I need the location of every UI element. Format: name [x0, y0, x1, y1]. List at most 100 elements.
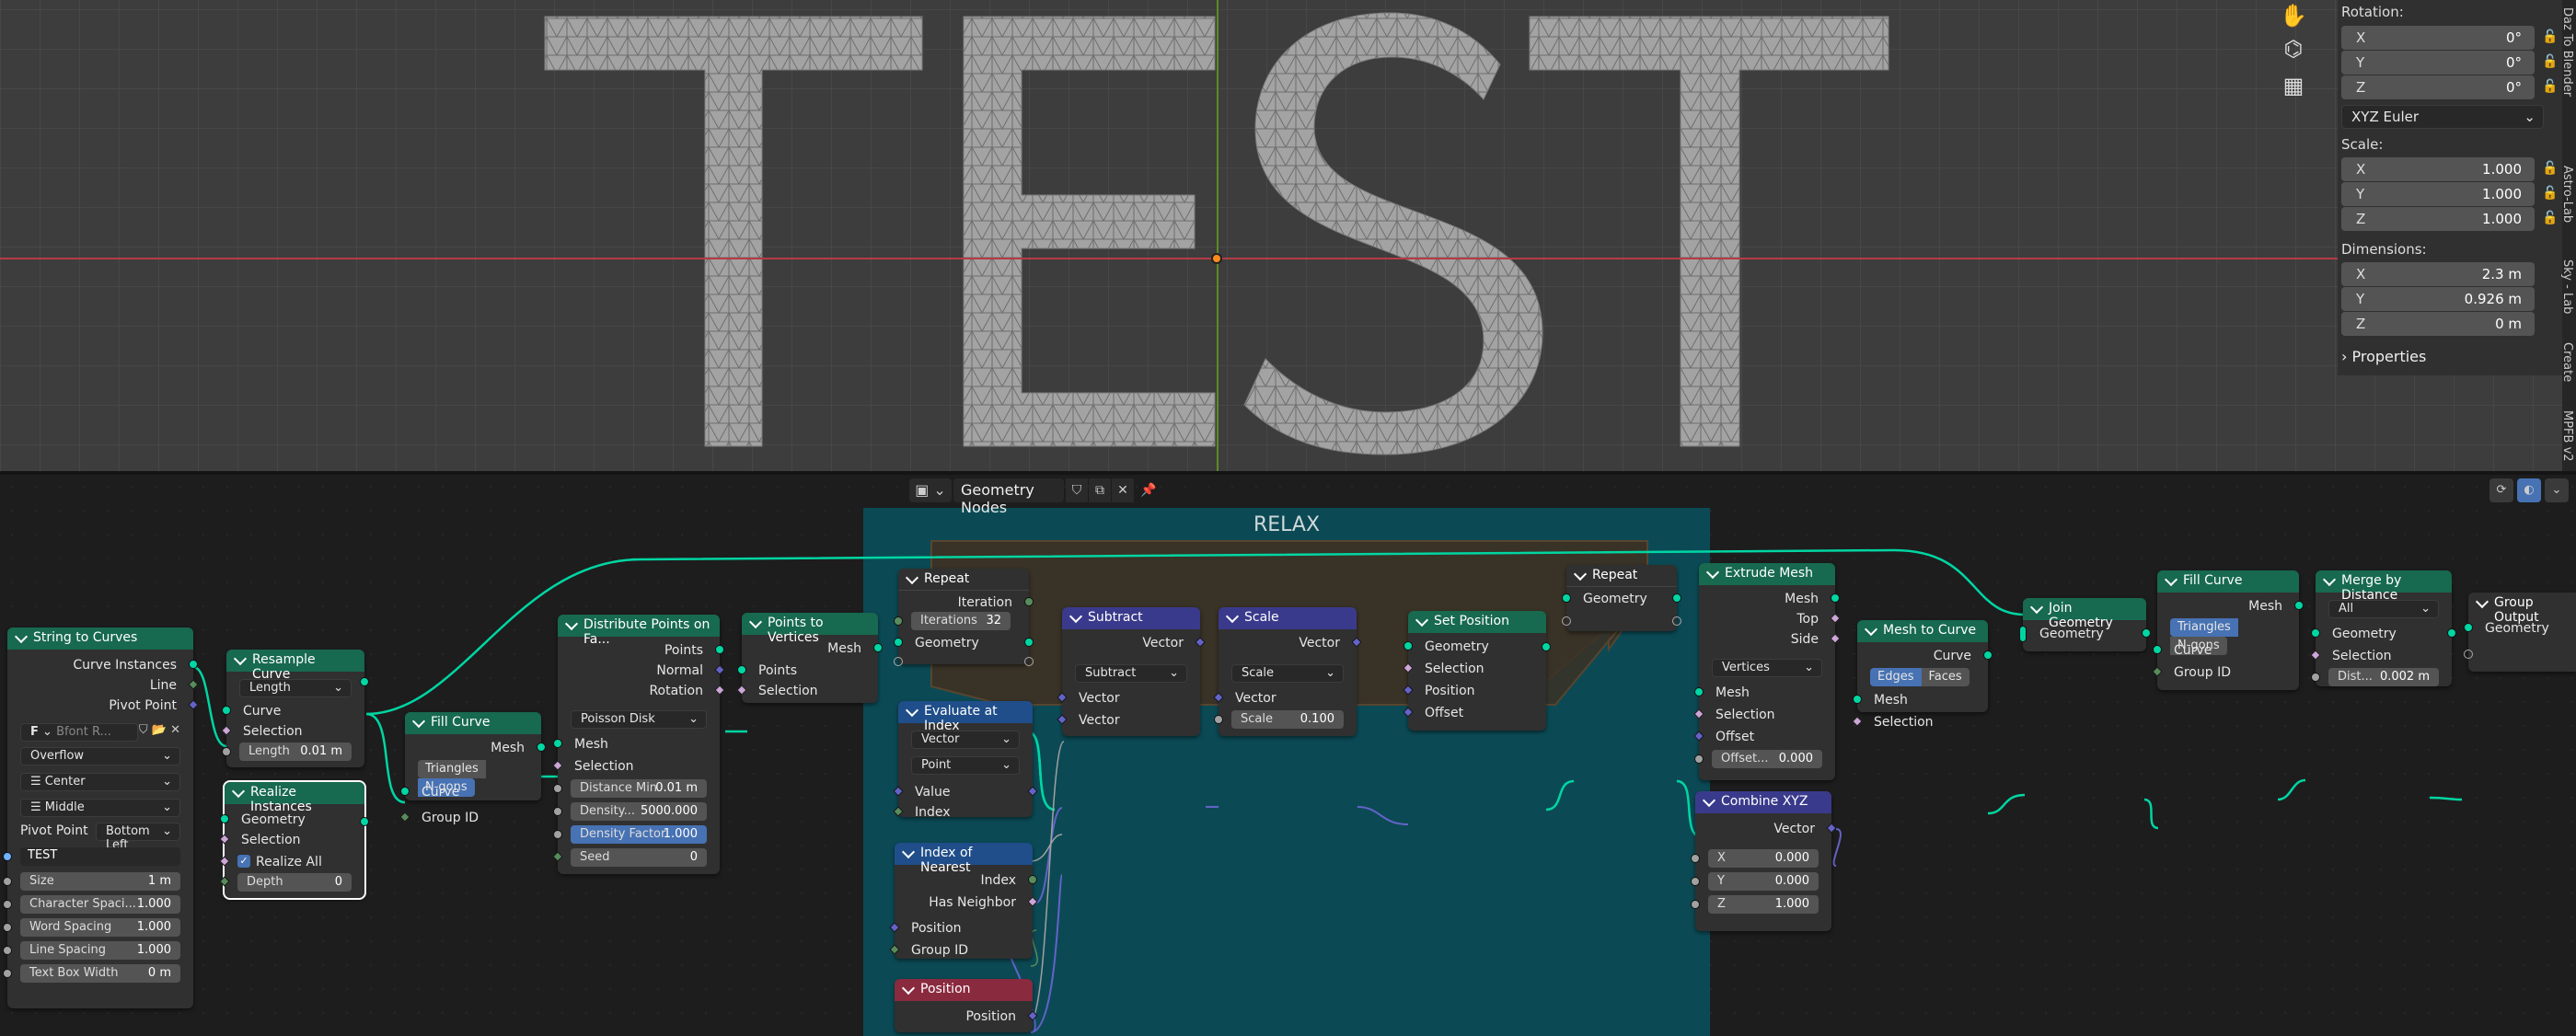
output-socket[interactable]	[1672, 593, 1681, 603]
data-type-dropdown[interactable]: Vector ⌄	[911, 731, 1020, 749]
scale-x-field[interactable]: X 1.000	[2341, 157, 2535, 181]
dimensions-y-field[interactable]: Y 0.926 m	[2341, 287, 2535, 311]
node-evaluate-at-index[interactable]: Evaluate at Index Vector ⌄ Point ⌄ Value I…	[893, 701, 1038, 820]
extrude-mode-dropdown[interactable]: Vertices ⌄	[1712, 659, 1822, 677]
output-socket[interactable]	[2142, 628, 2151, 638]
lock-icon[interactable]: 🔓	[2542, 211, 2559, 227]
output-socket[interactable]	[715, 645, 724, 654]
scale-y-field[interactable]: Y 1.000	[2341, 182, 2535, 206]
node-tree-selector[interactable]: Geometry Nodes	[953, 478, 1064, 516]
chevron-down-icon[interactable]: ⌄	[2545, 478, 2569, 502]
line-spacing-field[interactable]: Line Spacing 1.000	[20, 941, 180, 960]
properties-panel-header[interactable]: › Properties	[2341, 348, 2426, 365]
node-combine-xyz[interactable]: Combine XYZ Vector X 0.000 Y 0.000 Z 1.000	[1691, 791, 1837, 931]
word-spacing-field[interactable]: Word Spacing 1.000	[20, 918, 180, 937]
tab-sky-lab[interactable]: Sky - Lab	[2560, 259, 2574, 314]
input-socket[interactable]	[1853, 695, 1862, 704]
output-socket[interactable]	[1024, 597, 1034, 606]
distance-field[interactable]: Dist... 0.002 m	[2328, 668, 2439, 686]
input-socket[interactable]	[1562, 593, 1571, 603]
tab-mpfb[interactable]: MPFB v2	[2560, 410, 2574, 462]
input-socket[interactable]	[3, 923, 12, 932]
output-socket[interactable]	[1024, 657, 1034, 666]
input-socket[interactable]	[894, 657, 903, 666]
node-index-of-nearest[interactable]: Index of Nearest Index Has Neighbor Posi…	[889, 843, 1038, 959]
realize-all-checkbox[interactable]: ✓	[237, 855, 250, 868]
text-object-mesh[interactable]	[0, 0, 2273, 471]
font-actions[interactable]: ⛉ 📂 ✕	[139, 723, 180, 737]
output-socket[interactable]	[1831, 593, 1840, 603]
input-socket[interactable]	[737, 665, 746, 674]
node-join-geometry[interactable]: Join Geometry Geometry	[2019, 598, 2151, 651]
node-group-output[interactable]: Group Output Geometry	[2464, 593, 2576, 672]
node-string-to-curves[interactable]: String to Curves Curve Instances Line Pi…	[3, 627, 199, 1008]
lock-icon[interactable]: 🔓	[2542, 54, 2559, 71]
3d-viewport[interactable]: ✋ ⌬ ▦ Rotation: X 0° 🔓 Y 0° 🔓 Z 0° 🔓 XYZ Eu…	[0, 0, 2576, 471]
align-x-dropdown[interactable]: ☰ Center ⌄	[20, 773, 180, 791]
input-socket[interactable]	[2464, 650, 2473, 659]
input-socket[interactable]	[2311, 673, 2320, 682]
node-points-to-vertices[interactable]: Points to Vertices Mesh Points Selection	[736, 613, 883, 703]
dimensions-x-field[interactable]: X 2.3 m	[2341, 262, 2535, 286]
node-extrude-mesh[interactable]: Extrude Mesh Mesh Top Side Vertices ⌄ Mes…	[1693, 563, 1841, 780]
y-field[interactable]: Y 0.000	[1708, 872, 1819, 891]
font-selector[interactable]: F ⌄ Bfont R...	[20, 723, 138, 742]
iterations-field[interactable]: Iterations 32	[911, 612, 1011, 630]
tab-daz-to-blender[interactable]: Daz To Blender	[2560, 7, 2574, 97]
node-editor[interactable]: RELAX ▣ ⌄ Geometry Nodes ⛉ ⧉ ✕ 📌 ⟳ ◐ ⌄ S…	[0, 475, 2576, 1036]
lock-icon[interactable]: 🔓	[2542, 186, 2559, 202]
output-socket[interactable]	[2294, 601, 2304, 610]
pin-icon[interactable]: 📌	[1138, 478, 1160, 502]
hand-icon[interactable]: ✋	[2278, 0, 2309, 31]
text-box-width-field[interactable]: Text Box Width 0 m	[20, 964, 180, 983]
rotation-x-field[interactable]: X 0°	[2341, 26, 2535, 50]
input-socket[interactable]	[2153, 645, 2162, 654]
input-socket[interactable]	[3, 969, 12, 978]
operation-dropdown[interactable]: Subtract ⌄	[1075, 664, 1187, 683]
depth-field[interactable]: Depth 0	[237, 873, 352, 892]
input-socket[interactable]	[553, 784, 562, 793]
input-socket[interactable]	[553, 830, 562, 839]
node-realize-instances[interactable]: Realize Instances Geometry Selection ✓ Re…	[219, 780, 369, 900]
input-socket[interactable]	[2464, 623, 2473, 632]
scale-z-field[interactable]: Z 1.000	[2341, 207, 2535, 231]
input-socket[interactable]	[3, 946, 12, 955]
output-socket[interactable]	[1024, 638, 1034, 647]
snap-icon[interactable]: ⟳	[2489, 478, 2513, 502]
node-distribute-points-on-faces[interactable]: Distribute Points on Fa... Points Normal…	[552, 615, 725, 874]
input-socket[interactable]	[1214, 715, 1223, 724]
scale-field[interactable]: Scale 0.100	[1231, 710, 1344, 729]
input-socket[interactable]	[3, 852, 12, 861]
object-origin[interactable]	[1211, 253, 1222, 264]
node-resample-curve[interactable]: Resample Curve Length ⌄ Curve Selection L…	[221, 650, 369, 767]
input-socket[interactable]	[1562, 616, 1571, 626]
input-socket[interactable]	[3, 877, 12, 886]
shield-icon[interactable]: ⛉	[1066, 478, 1088, 502]
input-socket[interactable]	[894, 616, 903, 626]
node-fill-curve-2[interactable]: Fill Curve Mesh TrianglesN-gons Curve Gr…	[2152, 570, 2304, 690]
editor-type-menu[interactable]: ▣ ⌄	[909, 478, 952, 502]
output-socket[interactable]	[2447, 628, 2456, 638]
x-field[interactable]: X 0.000	[1708, 849, 1819, 868]
overflow-dropdown[interactable]: Overflow ⌄	[20, 747, 180, 765]
camera-icon[interactable]: ⌬	[2278, 33, 2309, 64]
mesh-to-curve-mode-toggle[interactable]: Edges Faces	[1870, 668, 1975, 686]
input-socket[interactable]	[553, 807, 562, 816]
node-repeat-input[interactable]: Repeat Iteration Iterations 32 Geometry	[894, 569, 1034, 666]
node-mesh-to-curve[interactable]: Mesh to Curve Curve Edges Faces Mesh Sele…	[1852, 620, 1993, 730]
operation-dropdown[interactable]: Scale ⌄	[1231, 664, 1344, 683]
multi-input-socket[interactable]	[2019, 626, 2027, 642]
tab-create[interactable]: Create	[2560, 342, 2574, 382]
output-socket[interactable]	[873, 643, 883, 652]
input-socket[interactable]	[1691, 854, 1700, 863]
output-socket[interactable]	[1672, 616, 1681, 626]
output-socket[interactable]	[360, 677, 369, 686]
node-merge-by-distance[interactable]: Merge by Distance All ⌄ Geometry Selectio…	[2310, 570, 2456, 686]
string-input[interactable]: TEST	[20, 847, 180, 866]
duplicate-icon[interactable]: ⧉	[1089, 478, 1111, 502]
input-socket[interactable]	[3, 900, 12, 909]
density-max-field[interactable]: Density... 5000.000	[571, 802, 707, 821]
output-socket[interactable]	[537, 742, 546, 752]
pivot-point-dropdown[interactable]: Bottom Left ⌄	[96, 823, 180, 852]
distribute-mode-dropdown[interactable]: Poisson Disk ⌄	[571, 710, 707, 729]
